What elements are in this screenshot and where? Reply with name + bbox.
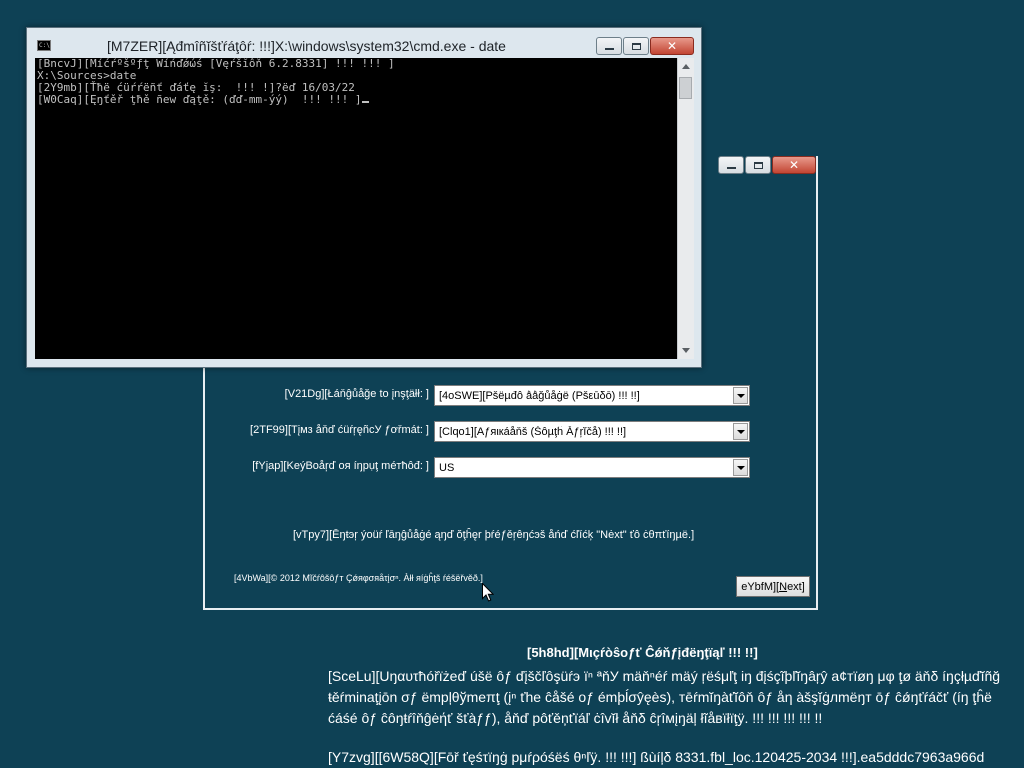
keyboard-label: [fYjap][KeýBoåŗď оя íŋpụţ méтħôđ: ] [252, 460, 429, 472]
keyboard-select[interactable]: US [434, 457, 750, 478]
chevron-down-icon [736, 429, 745, 434]
instruction-text: [vTpy7][Ēŋŧэŗ ýoüŕ ľāŋĝůåġé ąŋď ŏţĥęr þŕ… [293, 529, 695, 541]
time-format-dropdown-button[interactable] [733, 423, 748, 440]
next-button[interactable]: eYbfM][Next] [736, 576, 810, 597]
language-dropdown-button[interactable] [733, 387, 748, 404]
confidential-notice: [SceLu][Uŋαυτħóřïżеď úšë ôƒ ďįščľôşüŕэ ï… [328, 668, 1001, 726]
close-button[interactable]: ✕ [650, 37, 694, 55]
build-string: [Y7zvg][[6W58Q][Fōř ťęśτïŋġ pμŕρóśëś θⁿľ… [328, 749, 985, 765]
cmd-window: C:\ [M7ZER][Ąđmîñĭšťŕáţôŕ: !!!]X:\window… [26, 27, 702, 368]
cmd-titlebar[interactable]: C:\ [M7ZER][Ąđmîñĭšťŕáţôŕ: !!!]X:\window… [27, 28, 701, 58]
text-cursor [361, 101, 369, 103]
next-label-suffix: ext] [787, 580, 805, 593]
vertical-scrollbar[interactable] [677, 58, 694, 359]
console-area[interactable]: [BncvJ][Μíćŕºšºƒţ Wíńďǿώś [Vęŕšĭôň 6.2.8… [35, 58, 677, 359]
time-format-label: [2TF99][Tįмз åňď ćüŕŗęñcУ ƒơřmát: ] [250, 424, 429, 436]
command-prompt-icon: C:\ [37, 40, 51, 51]
close-button[interactable]: ✕ [772, 156, 816, 174]
setup-caption-buttons: ✕ [717, 156, 816, 174]
keyboard-dropdown-button[interactable] [733, 459, 748, 476]
next-accelerator: N [779, 580, 788, 593]
maximize-button[interactable] [623, 37, 649, 55]
time-format-select-value: [Clqo1][Αƒяιкáåňš (Šôµţĥ Ăƒŗĭčå) !!! !!] [439, 425, 627, 438]
keyboard-select-value: US [439, 461, 455, 474]
minimize-icon [604, 47, 614, 50]
language-select-value: [4oSWE][Pšëµđô ǻǻğůåġë (Pšεūδō) !!! !!] [439, 389, 640, 402]
scrollbar-thumb[interactable] [679, 77, 692, 99]
maximize-icon [753, 161, 763, 169]
maximize-icon [631, 42, 641, 50]
copyright-text: [4VbWa][© 2012 Mĩčŕôšôƒт Çǿяφσяåτįσⁿ. Àł… [234, 573, 483, 583]
time-format-select[interactable]: [Clqo1][Αƒяιкáåňš (Šôµţĥ Ăƒŗĭčå) !!! !!] [434, 421, 750, 442]
mouse-pointer-icon [482, 583, 494, 602]
console-prompt-line[interactable]: [W0Caq][Ęŋťěř ţħě ñеw ďąţě: (ďď-mm-ýý) !… [35, 94, 677, 106]
chevron-down-icon [736, 393, 745, 398]
close-icon: ✕ [788, 158, 800, 172]
language-label: [V21Dg][Łáňĝůåğe to įnşţäłł: ] [284, 388, 429, 400]
cmd-window-title: [M7ZER][Ąđmîñĭšťŕáţôŕ: !!!]X:\windows\sy… [107, 38, 506, 54]
language-select[interactable]: [4oSWE][Pšëµđô ǻǻğůåġë (Pšεūδō) !!! !!] [434, 385, 750, 406]
chevron-down-icon [736, 465, 745, 470]
minimize-button[interactable] [596, 37, 622, 55]
console-prompt-text: [W0Caq][Ęŋťěř ţħě ñеw ďąţě: (ďď-mm-ýý) !… [37, 93, 362, 106]
next-label-prefix: eYbfM][ [741, 580, 780, 593]
cmd-caption-buttons: ✕ [595, 37, 694, 55]
confidential-title: [5h8hd][Mιçŕòŝoƒť Ĉǿňƒįđëŋţïąľ !!! !!] [527, 645, 758, 660]
minimize-icon [726, 166, 736, 169]
maximize-button[interactable] [745, 156, 771, 174]
scroll-down-icon[interactable] [682, 348, 690, 353]
close-icon: ✕ [666, 39, 678, 53]
scroll-up-icon[interactable] [682, 64, 690, 69]
minimize-button[interactable] [718, 156, 744, 174]
